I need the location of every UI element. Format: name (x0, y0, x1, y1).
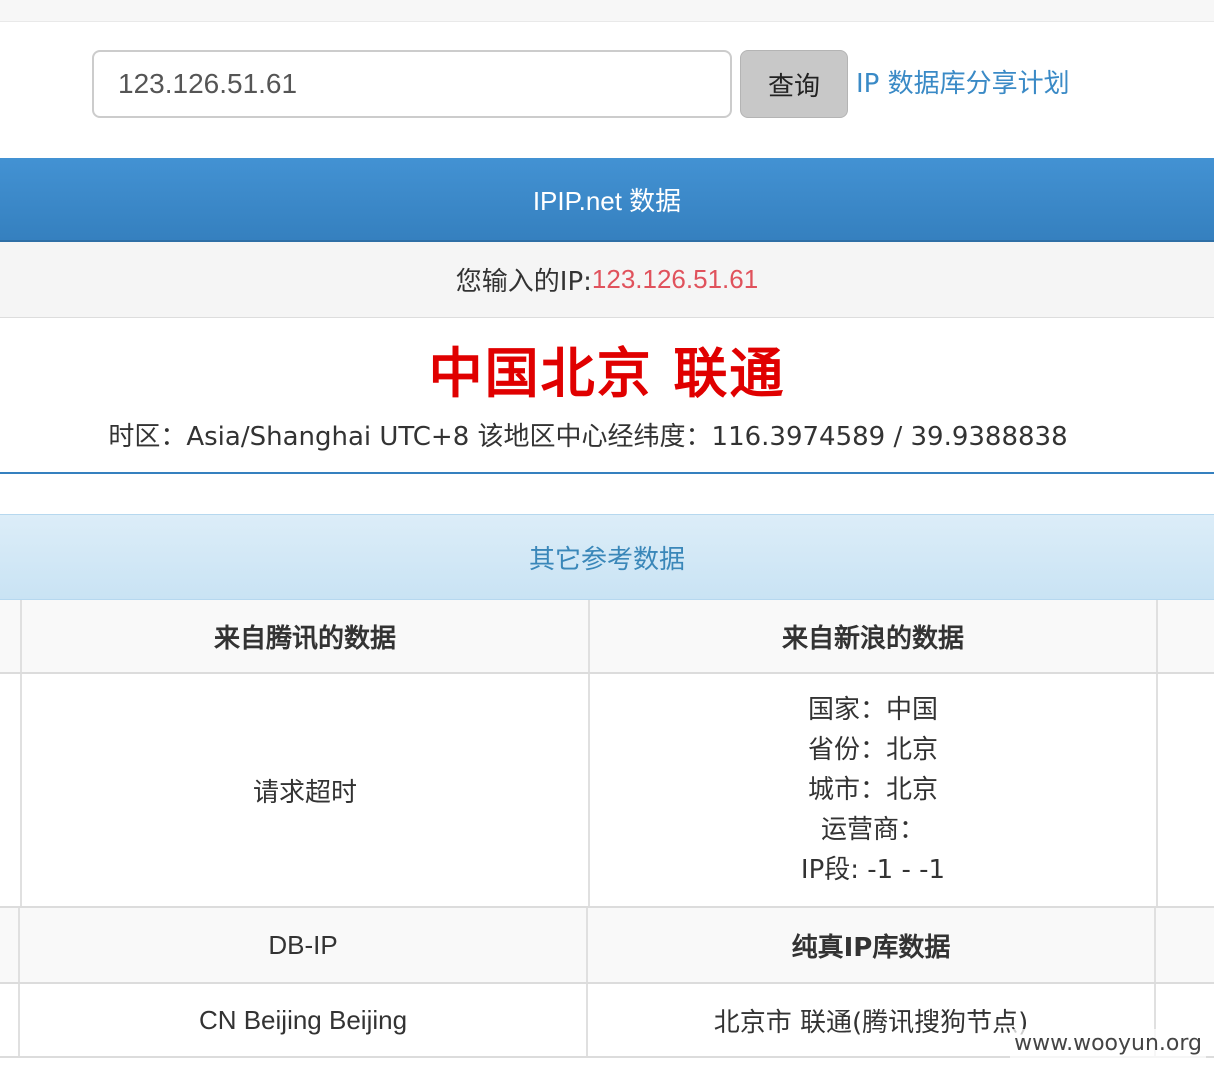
ip-database-share-link[interactable]: IP 数据库分享计划 (856, 63, 1070, 100)
ipip-panel-title: IPIP.net 数据 (532, 185, 682, 216)
sina-city: 城市：北京 (807, 775, 938, 805)
reference-panel-title: 其它参考数据 (528, 544, 685, 575)
table-cell-edge (1156, 908, 1214, 982)
top-strip (0, 0, 1214, 22)
table-cell-edge (1158, 674, 1214, 906)
reference-panel-header: 其它参考数据 (0, 514, 1214, 600)
sina-header: 来自新浪的数据 (590, 600, 1158, 672)
search-bar: 查询 IP 数据库分享计划 (92, 50, 1070, 118)
tencent-header: 来自腾讯的数据 (22, 600, 590, 672)
tencent-value: 请求超时 (22, 674, 590, 906)
input-ip-row: 您输入的IP: 123.126.51.61 (0, 242, 1214, 318)
table-cell-edge (0, 674, 22, 906)
table-cell-edge (0, 600, 22, 672)
table-header-row: 来自腾讯的数据 来自新浪的数据 (0, 600, 1214, 674)
dbip-value: CN Beijing Beijing (20, 984, 588, 1056)
sina-country: 国家：中国 (807, 695, 938, 725)
sina-ip-range: IP段: -1 - -1 (800, 855, 946, 885)
chunzhen-header: 纯真IP库数据 (588, 908, 1156, 982)
query-button[interactable]: 查询 (740, 50, 848, 118)
sina-province: 省份：北京 (807, 735, 938, 765)
table-cell-edge (0, 908, 20, 982)
input-ip-label: 您输入的IP: (455, 267, 592, 297)
location-title: 中国北京 联通 (428, 342, 786, 405)
sina-value: 国家：中国 省份：北京 城市：北京 运营商： IP段: -1 - -1 (590, 674, 1158, 906)
timezone-coordinates: 时区：Asia/Shanghai UTC+8 该地区中心经纬度：116.3974… (108, 422, 1068, 452)
input-ip-value: 123.126.51.61 (591, 264, 759, 294)
table-cell-edge (0, 984, 20, 1056)
location-block: 中国北京 联通 时区：Asia/Shanghai UTC+8 该地区中心经纬度：… (0, 318, 1214, 474)
watermark: www.wooyun.org (1010, 1029, 1206, 1058)
sina-isp: 运营商： (820, 815, 925, 845)
dbip-header: DB-IP (20, 908, 588, 982)
table-cell-edge (1158, 600, 1214, 672)
table-row: 请求超时 国家：中国 省份：北京 城市：北京 运营商： IP段: -1 - -1 (0, 674, 1214, 908)
ipip-panel-header: IPIP.net 数据 (0, 158, 1214, 242)
table-header-row: DB-IP 纯真IP库数据 (0, 908, 1214, 984)
ip-search-input[interactable] (92, 50, 732, 118)
